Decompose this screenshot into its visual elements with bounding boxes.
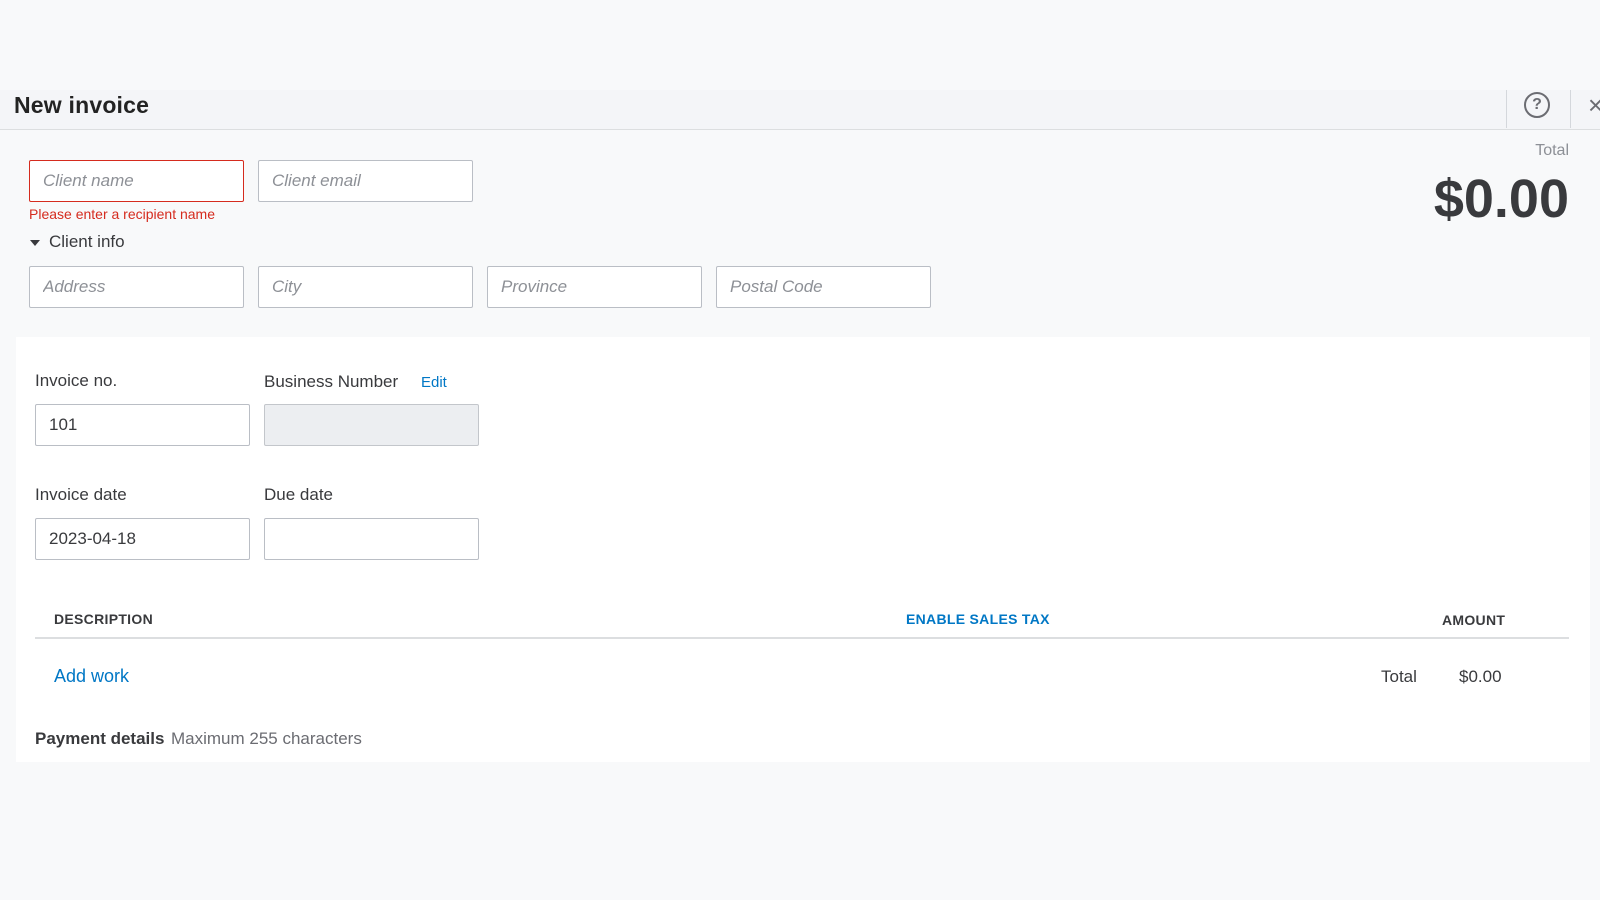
enable-sales-tax-link[interactable]: ENABLE SALES TAX: [906, 611, 1050, 627]
header-divider: [1506, 90, 1507, 128]
due-date-input[interactable]: [264, 518, 479, 560]
line-total-value: $0.00: [1459, 667, 1502, 686]
business-number-edit-link[interactable]: Edit: [421, 374, 447, 391]
invoice-date-input[interactable]: [35, 518, 250, 560]
address-input[interactable]: [29, 266, 244, 308]
page-title: New invoice: [14, 92, 150, 118]
invoice-number-label: Invoice no.: [35, 371, 118, 390]
column-header-description: DESCRIPTION: [54, 611, 153, 627]
business-number-label: Business Number: [264, 372, 399, 391]
postal-code-input[interactable]: [716, 266, 931, 308]
total-amount: $0.00: [1433, 169, 1569, 229]
header-divider: [1570, 90, 1571, 128]
column-header-amount: AMOUNT: [1442, 612, 1506, 628]
business-number-input: [264, 404, 479, 446]
province-input[interactable]: [487, 266, 702, 308]
table-divider: [35, 637, 1569, 639]
total-label: Total: [1535, 142, 1569, 159]
payment-details-label: Payment details: [35, 729, 165, 748]
invoice-number-input[interactable]: [35, 404, 250, 446]
add-work-link[interactable]: Add work: [54, 666, 129, 687]
client-name-input[interactable]: [29, 160, 244, 202]
due-date-label: Due date: [264, 485, 333, 504]
client-info-label: Client info: [49, 232, 125, 251]
close-icon[interactable]: ×: [1588, 90, 1600, 120]
city-input[interactable]: [258, 266, 473, 308]
dialog-header: New invoice ? ×: [0, 90, 1600, 130]
help-icon[interactable]: ?: [1524, 92, 1550, 118]
payment-details-hint[interactable]: Maximum 255 characters: [171, 729, 362, 749]
client-email-input[interactable]: [258, 160, 473, 202]
invoice-date-label: Invoice date: [35, 485, 127, 504]
client-name-error: Please enter a recipient name: [29, 206, 215, 222]
invoice-details-card: [16, 337, 1590, 762]
line-total-label: Total: [1381, 667, 1417, 686]
client-info-toggle[interactable]: Client info: [30, 232, 125, 252]
caret-down-icon: [30, 240, 40, 246]
